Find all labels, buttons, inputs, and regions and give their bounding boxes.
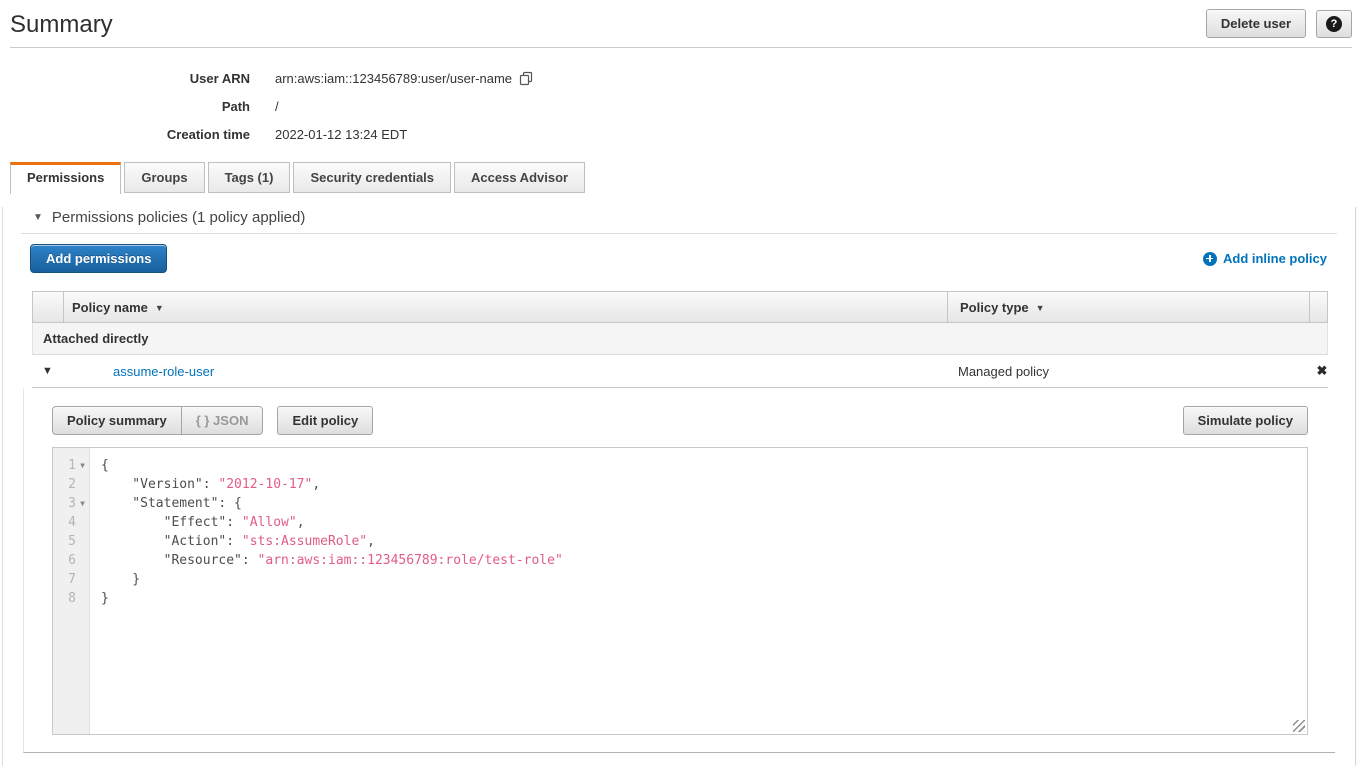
sort-caret-icon: ▼ — [1036, 301, 1045, 313]
section-divider — [21, 233, 1337, 234]
info-row-creation-time: Creation time 2022-01-12 13:24 EDT — [0, 120, 1362, 148]
sort-caret-icon: ▼ — [155, 301, 164, 313]
policy-summary-button[interactable]: Policy summary — [52, 406, 182, 435]
tab-permissions[interactable]: Permissions — [10, 162, 121, 194]
code-line: { — [101, 456, 1307, 475]
policy-view-segmented-control: Policy summary { } JSON — [52, 406, 263, 435]
page-header: Summary Delete user ? — [10, 0, 1352, 48]
x-icon: ✖ — [1317, 363, 1328, 379]
code-line: "Action": "sts:AssumeRole", — [101, 532, 1307, 551]
policy-detail-panel: Policy summary { } JSON Edit policy Simu… — [23, 388, 1335, 753]
tab-access-advisor[interactable]: Access Advisor — [454, 162, 585, 193]
plus-circle-icon — [1203, 252, 1217, 266]
path-label: Path — [0, 99, 250, 114]
expand-column-header — [33, 292, 64, 322]
editor-code-area[interactable]: { "Version": "2012-10-17", "Statement": … — [90, 448, 1307, 734]
tab-tags[interactable]: Tags (1) — [208, 162, 291, 193]
help-button[interactable]: ? — [1316, 10, 1352, 38]
section-title: Permissions policies (1 policy applied) — [52, 209, 305, 226]
policy-name-link[interactable]: assume-role-user — [113, 364, 214, 379]
tab-bar: Permissions Groups Tags (1) Security cre… — [0, 162, 1362, 193]
creation-time-value: 2022-01-12 13:24 EDT — [275, 127, 407, 142]
fold-caret-icon[interactable]: ▼ — [76, 494, 89, 513]
policy-type-column-header[interactable]: Policy type ▼ — [947, 292, 1309, 322]
code-line: "Statement": { — [101, 494, 1307, 513]
creation-time-label: Creation time — [0, 127, 250, 142]
code-line: } — [101, 570, 1307, 589]
code-line: "Resource": "arn:aws:iam::123456789:role… — [101, 551, 1307, 570]
policy-row-assume-role-user: ▼ assume-role-user Managed policy ✖ — [32, 355, 1328, 388]
code-line: "Version": "2012-10-17", — [101, 475, 1307, 494]
policy-table: Policy name ▼ Policy type ▼ Attached dir… — [32, 291, 1328, 388]
chevron-down-icon: ▼ — [33, 212, 43, 223]
code-line: "Effect": "Allow", — [101, 513, 1307, 532]
editor-line-number-gutter: 1▼23▼45678 — [53, 448, 90, 734]
permissions-policies-section-header[interactable]: ▼ Permissions policies (1 policy applied… — [33, 207, 1355, 227]
policy-table-header: Policy name ▼ Policy type ▼ — [32, 291, 1328, 323]
info-row-user-arn: User ARN arn:aws:iam::123456789:user/use… — [0, 64, 1362, 92]
actions-column-header — [1309, 292, 1337, 322]
collapse-row-toggle[interactable]: ▼ — [32, 355, 63, 387]
policy-actions-row: Add permissions Add inline policy — [30, 244, 1327, 273]
editor-resize-handle[interactable] — [1293, 720, 1305, 732]
header-actions: Delete user ? — [1206, 9, 1352, 38]
remove-policy-button[interactable]: ✖ — [1308, 355, 1336, 387]
simulate-policy-button[interactable]: Simulate policy — [1183, 406, 1308, 435]
page-title: Summary — [10, 9, 113, 39]
user-arn-value: arn:aws:iam::123456789:user/user-name — [275, 71, 512, 86]
question-mark-icon: ? — [1326, 16, 1342, 32]
info-row-path: Path / — [0, 92, 1362, 120]
user-arn-label: User ARN — [0, 71, 250, 86]
path-value: / — [275, 99, 279, 114]
fold-caret-icon[interactable]: ▼ — [76, 456, 89, 475]
policy-detail-toolbar: Policy summary { } JSON Edit policy Simu… — [52, 406, 1308, 435]
policy-type-value: Managed policy — [946, 355, 1308, 387]
attached-directly-group-row: Attached directly — [32, 323, 1328, 355]
json-view-button[interactable]: { } JSON — [181, 406, 264, 435]
add-permissions-button[interactable]: Add permissions — [30, 244, 167, 273]
policy-name-column-header[interactable]: Policy name ▼ — [64, 292, 947, 322]
permissions-tab-panel: ▼ Permissions policies (1 policy applied… — [2, 207, 1356, 766]
tab-security-credentials[interactable]: Security credentials — [293, 162, 451, 193]
delete-user-button[interactable]: Delete user — [1206, 9, 1306, 38]
expand-caret-icon: ▼ — [42, 365, 53, 377]
copy-icon[interactable] — [519, 71, 534, 86]
tab-groups[interactable]: Groups — [124, 162, 204, 193]
add-inline-policy-link[interactable]: Add inline policy — [1203, 251, 1327, 266]
user-info-section: User ARN arn:aws:iam::123456789:user/use… — [0, 64, 1362, 148]
code-line: } — [101, 589, 1307, 608]
policy-json-editor[interactable]: 1▼23▼45678 { "Version": "2012-10-17", "S… — [52, 447, 1308, 735]
edit-policy-button[interactable]: Edit policy — [277, 406, 373, 435]
